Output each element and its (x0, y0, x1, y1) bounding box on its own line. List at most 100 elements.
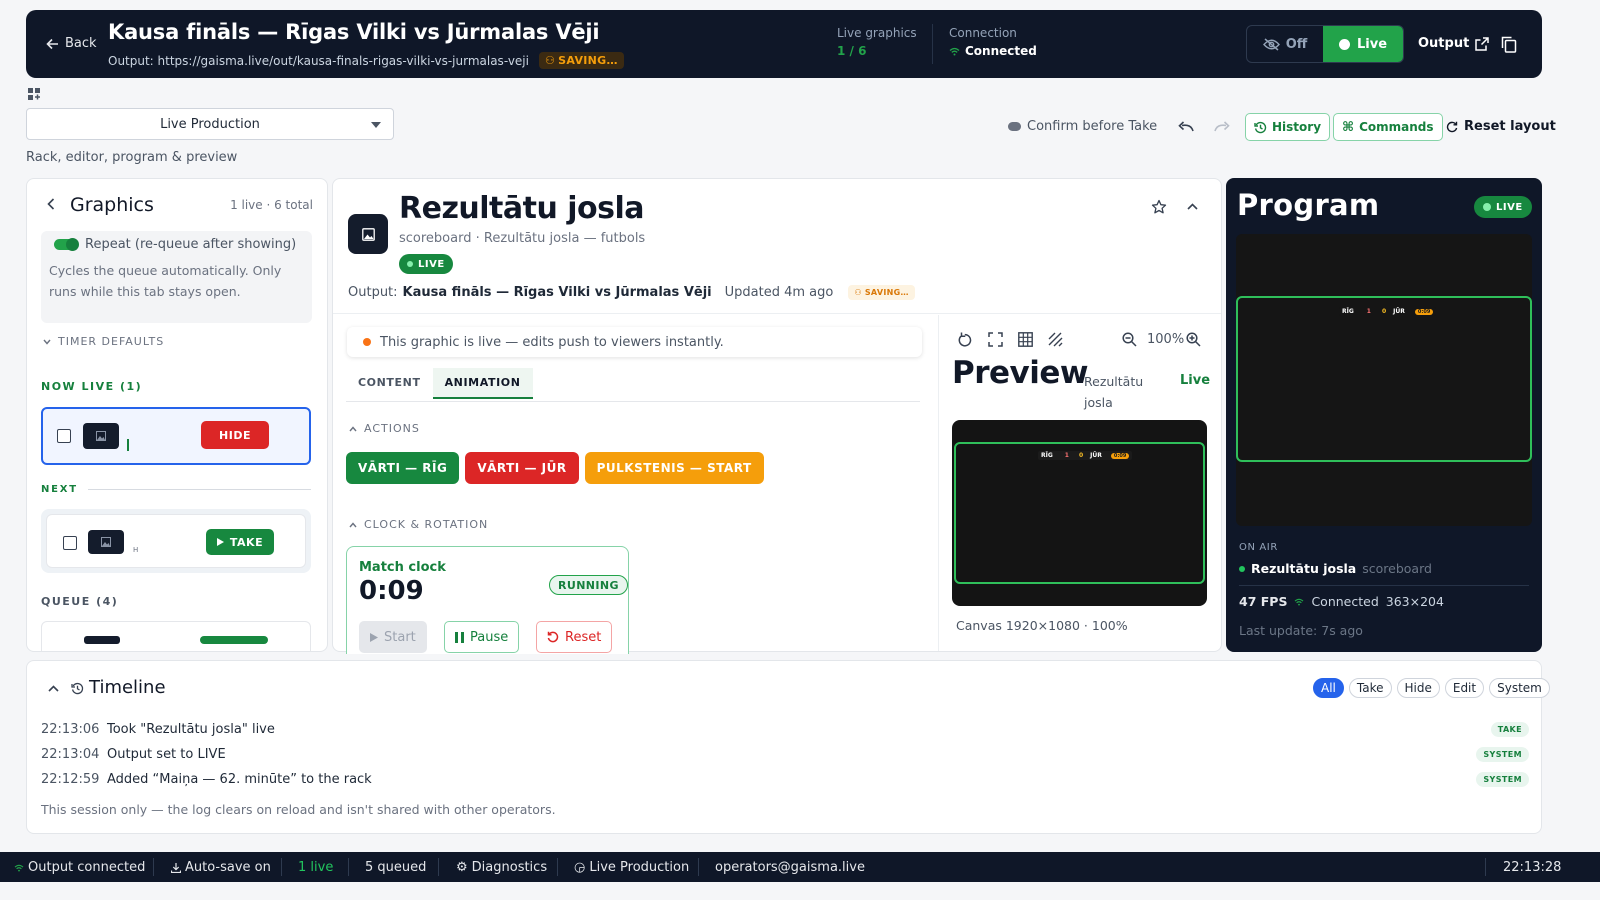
filter-system[interactable]: System (1489, 678, 1550, 698)
timeline-text: Took "Rezultātu josla" live (107, 722, 275, 737)
timeline-tag: TAKE (1490, 722, 1529, 737)
away-score: 0 (1381, 308, 1387, 315)
preview-canvas[interactable]: RĪG 1 0 JŪR 0:09 (952, 420, 1207, 606)
commands-button[interactable]: ⌘ Commands (1333, 113, 1443, 141)
history-button[interactable]: History (1245, 113, 1331, 141)
live-button[interactable]: Live (1323, 26, 1403, 62)
play-icon (216, 538, 224, 546)
action-goal-away-button[interactable]: VĀRTI — JŪR (465, 452, 579, 484)
redo-icon[interactable] (1214, 121, 1230, 133)
timeline-text: Output set to LIVE (107, 747, 226, 762)
diagnostics-label: Diagnostics (471, 860, 548, 875)
live-dot-icon (1239, 565, 1245, 572)
reset-button[interactable]: Reset (536, 621, 613, 653)
saving-badge-label: SAVING… (864, 288, 909, 297)
hide-button[interactable]: HIDE (201, 421, 269, 449)
home-score: 1 (1064, 452, 1069, 459)
graphic-thumbnail (84, 636, 120, 644)
last-update: Last update: 7s ago (1239, 623, 1363, 638)
gear-icon: ⚙ (456, 860, 468, 875)
take-label: TAKE (229, 535, 264, 549)
reset-layout-button[interactable]: Reset layout (1446, 119, 1556, 134)
graphics-rack-panel: Graphics 1 live · 6 total Repeat (re-que… (26, 178, 328, 652)
pause-button[interactable]: Pause (444, 621, 520, 653)
filter-all[interactable]: All (1313, 678, 1344, 698)
output-name[interactable]: Kausa fināls — Rīgas Vilki vs Jūrmalas V… (403, 285, 712, 300)
queue-item[interactable] (41, 621, 311, 651)
action-buttons: VĀRTI — RĪG VĀRTI — JŪR PULKSTENIS — STA… (346, 452, 764, 484)
next-graphic-card[interactable]: H TAKE (46, 514, 306, 568)
grid-add-icon[interactable] (28, 88, 40, 100)
status-autosave: Auto-save on (171, 860, 271, 875)
output-row: Output: Kausa fināls — Rīgas Vilki vs Jū… (348, 285, 915, 300)
repeat-toggle-switch[interactable] (54, 238, 79, 251)
timer-defaults-toggle[interactable]: TIMER DEFAULTS (43, 335, 164, 348)
status-layout-label: Live Production (589, 860, 690, 875)
back-button[interactable]: Back (46, 36, 97, 51)
select-checkbox[interactable] (57, 429, 71, 443)
status-output: Output connected (14, 860, 145, 875)
output-button[interactable]: Output (1418, 36, 1490, 51)
reset-icon (547, 631, 559, 643)
fullscreen-icon[interactable] (988, 332, 1003, 347)
history-icon (71, 682, 84, 695)
repeat-note: Cycles the queue automatically. Only run… (49, 263, 282, 299)
confirm-before-take-toggle[interactable]: Confirm before Take (1008, 119, 1157, 134)
action-clock-start-button[interactable]: PULKSTENIS — START (584, 452, 764, 484)
off-label: Off (1285, 36, 1308, 52)
actions-section-toggle[interactable]: ACTIONS (349, 422, 420, 435)
transparency-icon[interactable] (1048, 332, 1063, 347)
scoreboard-clock: 0:09 (1110, 452, 1130, 459)
repeat-card: Repeat (re-queue after showing) Cycles t… (41, 231, 312, 323)
refresh-icon[interactable] (958, 332, 972, 347)
take-button[interactable] (200, 636, 268, 644)
on-air-name: Rezultātu josla (1251, 561, 1357, 576)
now-live-header: NOW LIVE (1) (41, 380, 143, 393)
repeat-toggle-row[interactable]: Repeat (re-queue after showing) (54, 237, 296, 252)
status-autosave-label: Auto-save on (185, 860, 271, 875)
zoom-in-icon[interactable] (1186, 332, 1201, 347)
filter-take[interactable]: Take (1348, 678, 1392, 698)
chevron-down-icon (43, 339, 51, 345)
undo-icon[interactable] (1178, 121, 1194, 133)
chevron-up-icon[interactable] (1187, 203, 1198, 210)
wifi-icon (14, 864, 24, 872)
output-url[interactable]: Output: https://gaisma.live/out/kausa-fi… (108, 54, 529, 68)
clock-section-toggle[interactable]: CLOCK & ROTATION (349, 518, 488, 531)
filter-edit[interactable]: Edit (1444, 678, 1485, 698)
layout-select[interactable]: Live Production (26, 108, 394, 140)
editor-tabs: CONTENT ANIMATION (346, 368, 533, 399)
filter-hide[interactable]: Hide (1396, 678, 1440, 698)
action-goal-home-button[interactable]: VĀRTI — RĪG (346, 452, 460, 484)
zoom-out-icon[interactable] (1122, 332, 1137, 347)
next-header-row: NEXT (41, 484, 311, 495)
history-label: History (1272, 120, 1322, 134)
start-button[interactable]: Start (359, 621, 427, 653)
star-icon[interactable] (1151, 199, 1167, 215)
safe-area-frame (954, 442, 1205, 584)
live-graphic-card[interactable]: HIDE (41, 407, 311, 465)
reset-label: Reset (565, 629, 602, 645)
tab-content[interactable]: CONTENT (346, 368, 433, 399)
program-title: Program (1237, 188, 1380, 222)
timeline-panel: Timeline All Take Hide Edit System 22:13… (26, 660, 1550, 834)
confirm-label: Confirm before Take (1027, 119, 1158, 134)
timer-defaults-label: TIMER DEFAULTS (58, 335, 165, 348)
chevron-up-icon (349, 425, 357, 432)
grid-icon[interactable] (1018, 332, 1033, 347)
diagnostics-button[interactable]: ⚙ Diagnostics (456, 860, 547, 875)
tab-animation[interactable]: ANIMATION (432, 368, 533, 399)
chevron-up-icon[interactable] (48, 685, 59, 692)
status-output-label: Output connected (28, 860, 146, 875)
take-button[interactable]: TAKE (206, 529, 274, 555)
copy-icon[interactable] (1501, 36, 1517, 53)
away-score: 0 (1078, 452, 1084, 459)
divider (557, 858, 558, 876)
select-checkbox[interactable] (63, 536, 77, 550)
graphic-thumbnail (83, 423, 119, 449)
off-button[interactable]: Off (1247, 26, 1323, 62)
wifi-icon (949, 47, 960, 56)
chevron-left-icon[interactable] (47, 198, 55, 210)
divider (348, 858, 349, 876)
status-live-count: 1 live (298, 860, 334, 875)
